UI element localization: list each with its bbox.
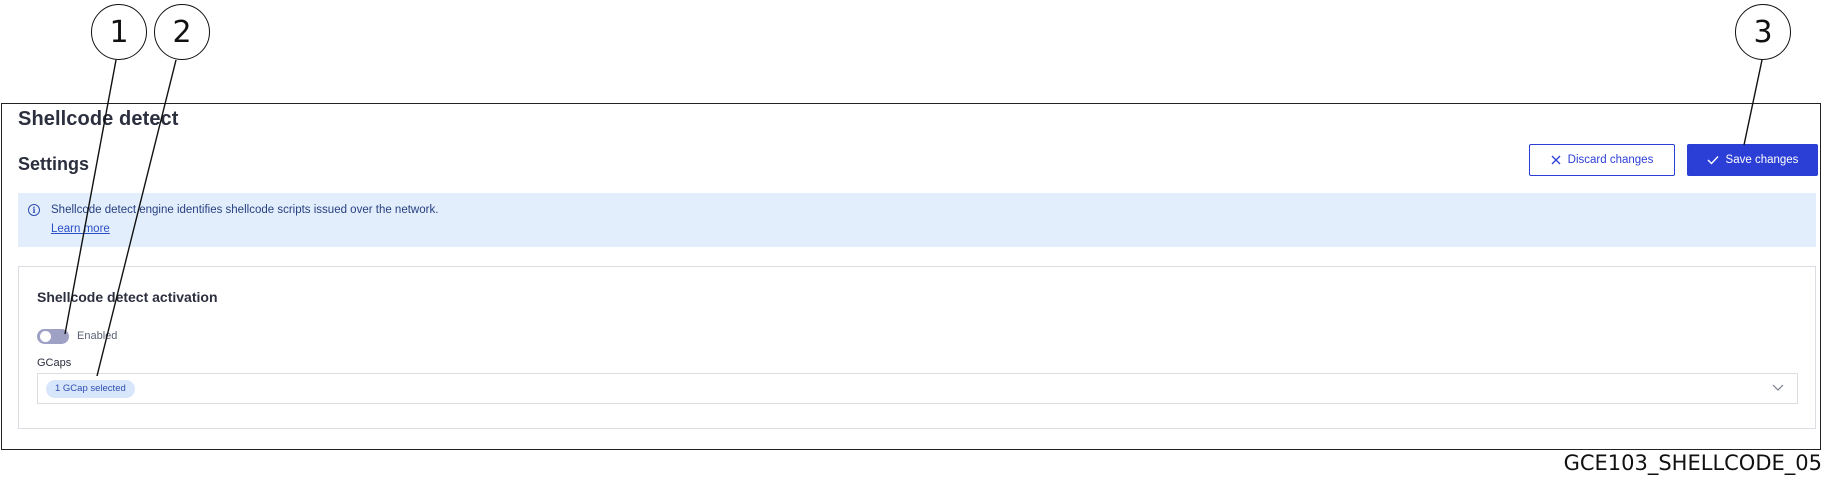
callout-leader-lines	[64, 59, 1763, 377]
callout-2: 2	[154, 4, 210, 60]
figure-id: GCE103_SHELLCODE_05	[1563, 451, 1822, 475]
leader-line-2	[96, 59, 177, 377]
leader-line-1	[64, 59, 117, 335]
leader-line-3	[1743, 59, 1763, 146]
callout-3: 3	[1735, 4, 1791, 60]
callout-1: 1	[91, 4, 147, 60]
